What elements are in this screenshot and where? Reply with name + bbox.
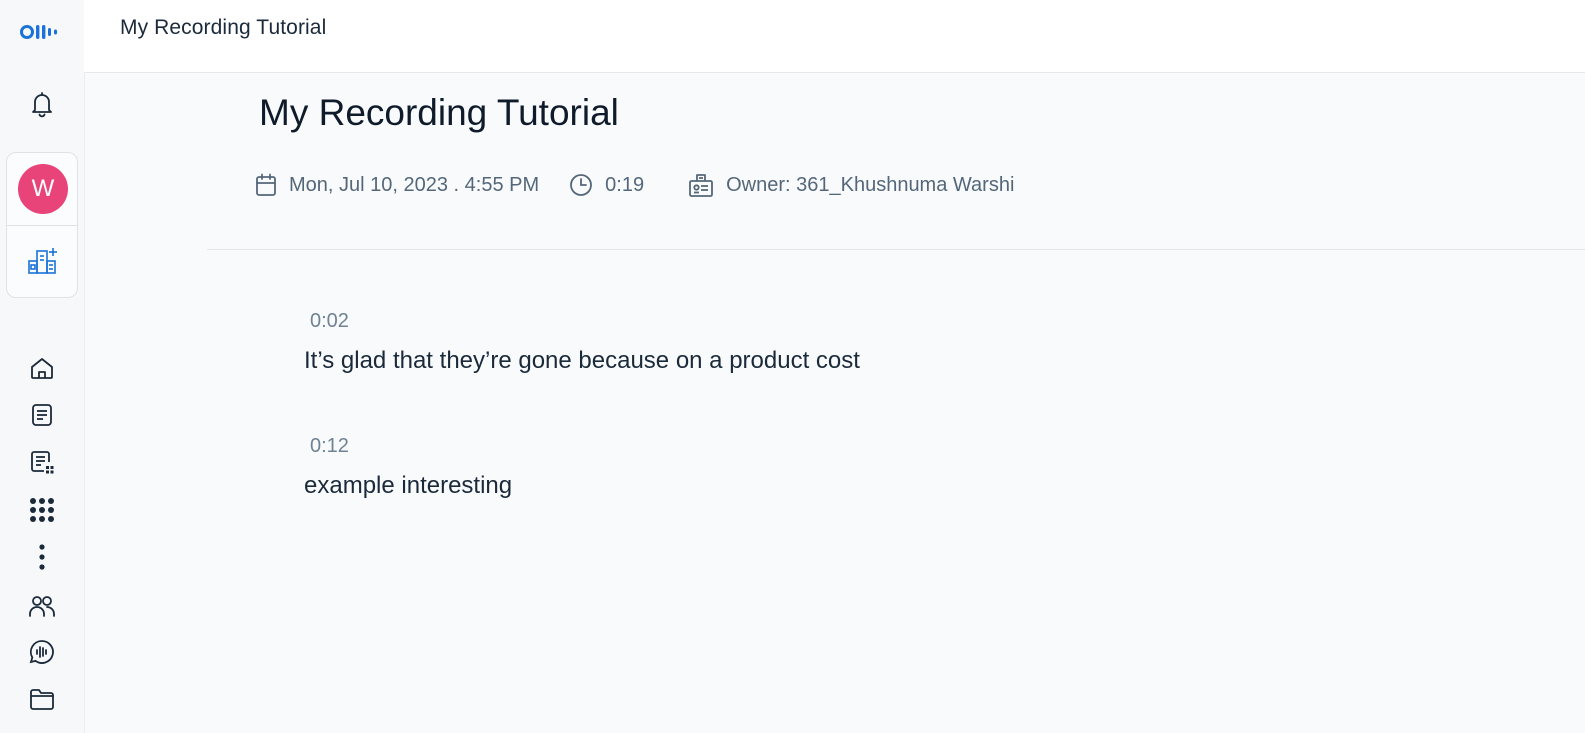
recording-meta: Mon, Jul 10, 2023 . 4:55 PM 0:19 Owner: …	[255, 170, 1014, 200]
avatar[interactable]: W	[18, 164, 68, 214]
calendar-icon	[256, 173, 276, 196]
segment-timestamp[interactable]: 0:12	[310, 435, 512, 458]
owner-badge-icon	[689, 174, 713, 197]
apps-grid-icon[interactable]	[22, 490, 62, 530]
recording-date: Mon, Jul 10, 2023 . 4:55 PM	[255, 173, 539, 197]
people-icon[interactable]	[22, 586, 62, 626]
segment-text[interactable]: example interesting	[304, 472, 512, 500]
sidebar: W	[0, 0, 85, 733]
top-bar-title: My Recording Tutorial	[120, 16, 327, 39]
home-icon[interactable]	[22, 348, 62, 388]
add-workspace-icon[interactable]	[25, 243, 61, 279]
more-icon[interactable]	[22, 537, 62, 577]
my-conversations-icon[interactable]	[22, 442, 62, 482]
segment-text[interactable]: It’s glad that they’re gone because on a…	[304, 347, 860, 375]
bell-icon[interactable]	[22, 84, 62, 124]
workspace-switcher: W	[6, 152, 78, 298]
top-bar: My Recording Tutorial	[84, 0, 1585, 73]
recording-owner: Owner: 361_Khushnuma Warshi	[688, 172, 1014, 198]
transcript-segment: 0:12 example interesting	[304, 435, 512, 500]
recording-duration: 0:19	[569, 173, 644, 197]
recording-duration-text: 0:19	[605, 173, 645, 196]
header-divider	[207, 249, 1585, 250]
otter-logo-icon[interactable]	[20, 22, 64, 42]
segment-timestamp[interactable]: 0:02	[310, 310, 860, 333]
workspace-divider	[7, 225, 77, 226]
page-title: My Recording Tutorial	[259, 92, 619, 133]
folder-icon[interactable]	[22, 679, 62, 719]
recording-date-text: Mon, Jul 10, 2023 . 4:55 PM	[289, 173, 540, 196]
recording-owner-text: Owner: 361_Khushnuma Warshi	[726, 173, 1015, 196]
clock-icon	[570, 174, 593, 196]
notes-icon[interactable]	[22, 395, 62, 435]
transcript-segment: 0:02 It’s glad that they’re gone because…	[304, 310, 860, 375]
otter-chat-icon[interactable]	[22, 632, 62, 672]
avatar-letter: W	[31, 175, 55, 202]
